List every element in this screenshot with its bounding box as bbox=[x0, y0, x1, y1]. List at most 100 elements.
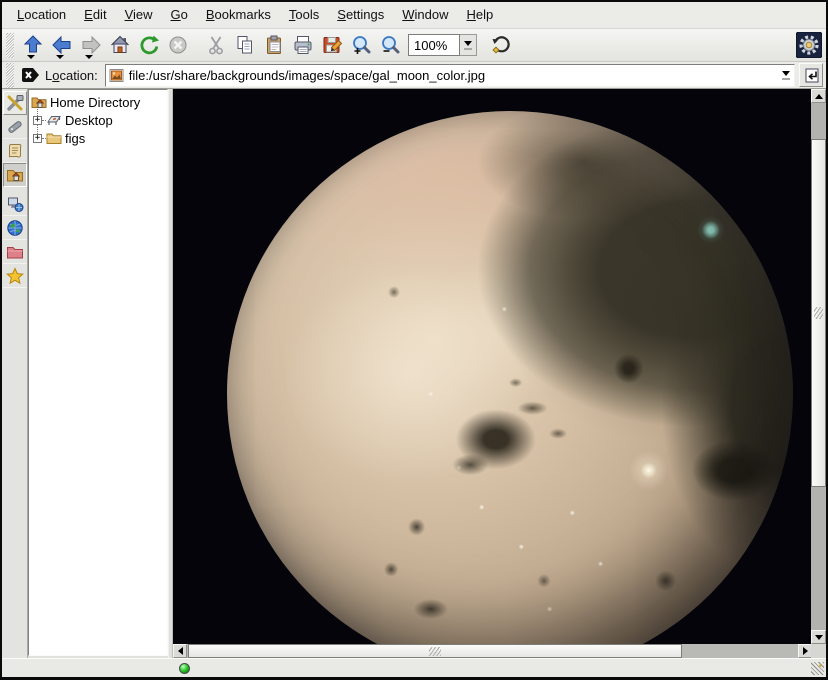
expander-plus-icon[interactable]: + bbox=[33, 116, 42, 125]
back-button[interactable] bbox=[47, 31, 76, 60]
zoom-out-button[interactable] bbox=[375, 31, 404, 60]
toolbar-drag-handle[interactable] bbox=[6, 33, 14, 58]
tree-item-figs[interactable]: + figs bbox=[29, 129, 167, 147]
print-button[interactable] bbox=[288, 31, 317, 60]
tree-item-desktop[interactable]: + Desktop bbox=[29, 111, 167, 129]
menu-item-settings[interactable]: Settings bbox=[328, 2, 393, 28]
menu-item-tools[interactable]: Tools bbox=[280, 2, 328, 28]
sidebar-history-button[interactable] bbox=[3, 139, 27, 163]
paste-button[interactable] bbox=[259, 31, 288, 60]
menu-item-view[interactable]: View bbox=[116, 2, 162, 28]
sidebar-root-folder-button[interactable] bbox=[3, 240, 27, 264]
zoom-combobox[interactable]: 100% bbox=[408, 34, 460, 56]
tree-item-label: figs bbox=[65, 131, 85, 146]
star-icon bbox=[6, 267, 24, 285]
scroll-left-button[interactable] bbox=[173, 644, 187, 658]
clear-location-button[interactable] bbox=[18, 63, 42, 87]
expander-plus-icon[interactable]: + bbox=[33, 134, 42, 143]
horizontal-scrollbar[interactable] bbox=[173, 644, 812, 658]
location-url-text[interactable]: file:/usr/share/backgrounds/images/space… bbox=[129, 68, 777, 83]
location-label: Location: bbox=[45, 68, 98, 83]
menu-item-window[interactable]: Window bbox=[393, 2, 457, 28]
home-icon bbox=[109, 34, 131, 56]
triangle-right-icon bbox=[803, 647, 808, 655]
rotate-clockwise-button[interactable] bbox=[486, 31, 515, 60]
moon-image bbox=[227, 111, 793, 644]
thumb-grip bbox=[814, 307, 823, 319]
location-combobox[interactable]: file:/usr/share/backgrounds/images/space… bbox=[105, 64, 795, 87]
menu-item-bookmarks[interactable]: Bookmarks bbox=[197, 2, 280, 28]
menu-item-location[interactable]: Location bbox=[8, 2, 75, 28]
menu-item-edit[interactable]: Edit bbox=[75, 2, 115, 28]
tree-item-label: Home Directory bbox=[50, 95, 140, 110]
history-scroll-icon bbox=[6, 142, 24, 160]
stop-button bbox=[163, 31, 192, 60]
combo-underline bbox=[464, 48, 472, 50]
triangle-down-icon bbox=[815, 635, 823, 640]
scrollbar-corner bbox=[811, 644, 826, 658]
sidebar-button-strip bbox=[2, 89, 28, 658]
menu-accel: W bbox=[402, 7, 414, 22]
media-player-icon bbox=[6, 118, 24, 136]
sidebar-bookmarks-button[interactable] bbox=[3, 264, 27, 288]
triangle-left-icon bbox=[178, 647, 183, 655]
back-icon bbox=[51, 34, 73, 56]
vertical-scrollbar[interactable] bbox=[811, 89, 826, 644]
reload-button[interactable] bbox=[134, 31, 163, 60]
up-button[interactable] bbox=[18, 31, 47, 60]
sidebar-media-player-button[interactable] bbox=[3, 115, 27, 139]
konqueror-throbber bbox=[796, 32, 822, 58]
resize-grip-icon[interactable] bbox=[811, 662, 824, 675]
sidebar-home-directory-button[interactable] bbox=[3, 163, 27, 187]
tree-item-home-directory[interactable]: Home Directory bbox=[29, 93, 167, 111]
menu-label: o bbox=[181, 7, 188, 22]
folder-home-icon bbox=[31, 94, 47, 110]
scroll-up-button[interactable] bbox=[811, 89, 826, 103]
location-toolbar: Location: file:/usr/share/backgrounds/im… bbox=[2, 62, 826, 89]
go-enter-icon bbox=[803, 67, 820, 84]
sidebar-configure-button[interactable] bbox=[3, 91, 27, 115]
forward-icon bbox=[80, 34, 102, 56]
image-canvas[interactable] bbox=[173, 89, 811, 644]
home-button[interactable] bbox=[105, 31, 134, 60]
zoom-in-button[interactable] bbox=[346, 31, 375, 60]
copy-button[interactable] bbox=[230, 31, 259, 60]
image-jpeg-icon bbox=[109, 68, 124, 83]
save-as-button[interactable] bbox=[317, 31, 346, 60]
save-as-icon bbox=[321, 34, 343, 56]
konqueror-window: Location Edit View Go Bookmarks Tools Se… bbox=[0, 0, 828, 680]
folder-icon bbox=[46, 130, 62, 146]
view-active-led bbox=[179, 663, 190, 674]
thumb-grip bbox=[429, 647, 441, 656]
print-icon bbox=[292, 34, 314, 56]
folder-tree-panel[interactable]: Home Directory + Desktop + figs bbox=[28, 89, 168, 656]
horizontal-scroll-thumb[interactable] bbox=[188, 644, 682, 658]
menu-accel: V bbox=[125, 7, 133, 22]
scroll-right-button[interactable] bbox=[798, 644, 812, 658]
vertical-scroll-thumb[interactable] bbox=[811, 139, 826, 487]
menu-label: ookmarks bbox=[215, 7, 271, 22]
menu-item-go[interactable]: Go bbox=[162, 2, 197, 28]
location-dropdown-button[interactable] bbox=[777, 65, 794, 86]
globe-icon bbox=[6, 219, 24, 237]
menu-label: ettings bbox=[346, 7, 384, 22]
reload-icon bbox=[138, 34, 160, 56]
up-icon bbox=[22, 34, 44, 56]
locationbar-drag-handle[interactable] bbox=[6, 63, 14, 88]
scroll-down-button[interactable] bbox=[811, 630, 826, 644]
sidebar-network-button[interactable] bbox=[3, 192, 27, 216]
menu-accel: B bbox=[206, 7, 215, 22]
location-label-part: cation: bbox=[59, 68, 97, 83]
forward-button bbox=[76, 31, 105, 60]
menu-label: ocation bbox=[24, 7, 66, 22]
menu-item-help[interactable]: Help bbox=[458, 2, 503, 28]
go-button[interactable] bbox=[799, 63, 823, 87]
main-area: Home Directory + Desktop + figs bbox=[2, 89, 826, 658]
zoom-dropdown-button[interactable] bbox=[460, 34, 477, 56]
combo-underline bbox=[782, 78, 790, 80]
sidebar-web-button[interactable] bbox=[3, 216, 27, 240]
main-toolbar: 100% bbox=[2, 29, 826, 62]
paste-icon bbox=[263, 34, 285, 56]
red-folder-icon bbox=[6, 243, 24, 261]
cut-button bbox=[201, 31, 230, 60]
